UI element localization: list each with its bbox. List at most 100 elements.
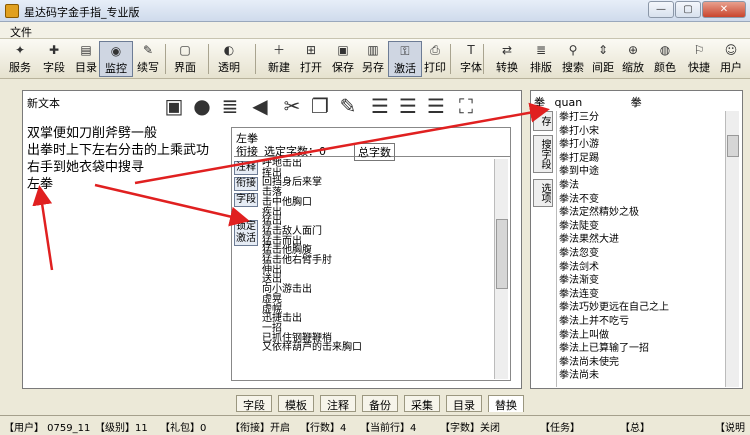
save-icon[interactable]: ▣ bbox=[161, 93, 187, 119]
document-icon[interactable]: ≣ bbox=[217, 93, 243, 119]
minimize-button[interactable]: — bbox=[648, 1, 674, 18]
word-item[interactable]: 拳打小宋 bbox=[557, 125, 718, 139]
word-item[interactable]: 拳打三分 bbox=[557, 111, 718, 125]
word-item[interactable]: 拳法上并不吃亏 bbox=[557, 315, 718, 329]
popup-scrollbar[interactable] bbox=[494, 159, 508, 379]
editor-line: 双掌便如刀削斧劈一般 bbox=[27, 126, 158, 141]
link-button[interactable]: 衔接 bbox=[234, 177, 258, 191]
edit-icon[interactable]: ✎ bbox=[335, 93, 361, 119]
suggestion-item[interactable]: 猛击他右臂手肘 bbox=[262, 256, 494, 266]
field-button[interactable]: 字段 bbox=[234, 193, 258, 207]
popup-tab-link[interactable]: 衔接 bbox=[236, 143, 258, 159]
toolbar-label: 字体 bbox=[460, 61, 482, 74]
word-item[interactable]: 拳法 bbox=[557, 179, 718, 193]
word-list-scrollbar[interactable] bbox=[725, 111, 739, 387]
word-item[interactable]: 拳打小游 bbox=[557, 138, 718, 152]
scissors-icon[interactable]: ✂ bbox=[279, 93, 305, 119]
vtab-options[interactable]: 选项 bbox=[533, 179, 553, 207]
maximize-button[interactable]: ▢ bbox=[675, 1, 701, 18]
title-bar: 星达码字金手指_专业版 — ▢ ✕ bbox=[0, 0, 750, 22]
word-item[interactable]: 拳法连变 bbox=[557, 288, 718, 302]
vtab-search-field[interactable]: 搜字段 bbox=[533, 135, 553, 173]
toolbar-user-button[interactable]: ☺ 用户 bbox=[714, 41, 748, 77]
lightbulb-icon[interactable]: ● bbox=[189, 93, 215, 119]
toolbar-saveas-button[interactable]: ▥ 另存 bbox=[356, 41, 390, 77]
suggestion-item[interactable]: 又依样葫芦的击来胸口 bbox=[262, 343, 494, 353]
suggestion-item[interactable]: 向小游击出 bbox=[262, 285, 494, 295]
bottom-tab[interactable]: 替换 bbox=[488, 395, 524, 412]
suggestion-item[interactable]: 迅捷击出 bbox=[262, 314, 494, 324]
bottom-tab[interactable]: 注释 bbox=[320, 395, 356, 412]
save-icon: ▣ bbox=[337, 43, 349, 57]
word-item[interactable]: 拳法忽变 bbox=[557, 247, 718, 261]
suggestion-item[interactable]: 疾出 bbox=[262, 207, 494, 218]
word-item[interactable]: 拳法剑术 bbox=[557, 261, 718, 275]
word-list-scroll-thumb[interactable] bbox=[727, 135, 739, 157]
toolbar-shortcut-button[interactable]: ⚐ 快捷 bbox=[682, 41, 716, 77]
word-item[interactable]: 拳法上已算输了一招 bbox=[557, 342, 718, 356]
catalog-icon: ▤ bbox=[80, 43, 92, 57]
bottom-tabs: 字段 模板 注释 备份 采集 目录 替换 bbox=[236, 395, 524, 412]
toolbar-print-button[interactable]: ⎙ 打印 bbox=[418, 41, 452, 77]
toolbar-field-button[interactable]: ✚ 字段 bbox=[37, 41, 71, 77]
word-item[interactable]: 拳法定然精妙之极 bbox=[557, 206, 718, 220]
color-icon: ◍ bbox=[659, 43, 671, 57]
editor-text[interactable]: 双掌便如刀削斧劈一般 出拳时上下左右分击的上乘武功 右手到她衣袋中搜寻 左拳 bbox=[27, 125, 209, 193]
suggestion-list[interactable]: 呼地击出 挥出 回挡身后来掌 击落 击中他胸口 疾出 猛出 猛击敌人面门 猛击而出 猛击他胸腹 猛击… bbox=[262, 159, 494, 381]
word-item[interactable]: 拳法尚未 bbox=[557, 369, 718, 383]
align-right-icon[interactable]: ☰ bbox=[423, 93, 449, 119]
word-list[interactable]: 拳打三分 拳打小宋 拳打小游 拳打足踢 拳到中途 拳法 拳法不变 拳法定然精妙之极 拳法陡变 拳法… bbox=[556, 111, 718, 387]
toolbar-transparent-button[interactable]: ◐ 透明 bbox=[212, 41, 246, 77]
suggestion-item[interactable]: 呼地击出 bbox=[262, 159, 494, 169]
back-icon[interactable]: ◀ bbox=[247, 93, 273, 119]
toolbar-convert-button[interactable]: ⇄ 转换 bbox=[490, 41, 524, 77]
word-item[interactable]: 拳到中途 bbox=[557, 165, 718, 179]
toolbar-label: 转换 bbox=[496, 61, 518, 74]
suggestion-item[interactable]: 虚晃 bbox=[262, 294, 494, 305]
toolbar-layout-button[interactable]: ≣ 排版 bbox=[524, 41, 558, 77]
suggestion-item[interactable]: 伸出 bbox=[262, 265, 494, 276]
toolbar-separator bbox=[208, 44, 209, 74]
align-left-icon[interactable]: ☰ bbox=[367, 93, 393, 119]
lock-activate-button[interactable]: 锁定激活 bbox=[234, 220, 258, 246]
toolbar-monitor-button[interactable]: ◉ 监控 bbox=[99, 41, 133, 77]
toolbar-color-button[interactable]: ◍ 颜色 bbox=[648, 41, 682, 77]
close-button[interactable]: ✕ bbox=[702, 1, 746, 18]
popup-tab-selected-count: 选定字数：0 bbox=[264, 145, 326, 158]
toolbar-new-button[interactable]: ＋ 新建 bbox=[262, 41, 296, 77]
bottom-tab[interactable]: 备份 bbox=[362, 395, 398, 412]
copy-icon[interactable]: ❐ bbox=[307, 93, 333, 119]
popup-scroll-thumb[interactable] bbox=[496, 219, 508, 289]
word-item[interactable]: 拳法渐变 bbox=[557, 274, 718, 288]
bottom-tab[interactable]: 模板 bbox=[278, 395, 314, 412]
status-user: 【用户】 0759_11 bbox=[4, 423, 91, 434]
annotation-button[interactable]: 注释 bbox=[234, 161, 258, 175]
word-item[interactable]: 拳打足踢 bbox=[557, 152, 718, 166]
word-item[interactable]: 拳法不变 bbox=[557, 193, 718, 207]
align-center-icon[interactable]: ☰ bbox=[395, 93, 421, 119]
suggestion-item[interactable]: 回挡身后来掌 bbox=[262, 178, 494, 188]
word-item[interactable]: 拳法巧妙更远在自己之上 bbox=[557, 301, 718, 315]
toolbar-save-button[interactable]: ▣ 保存 bbox=[326, 41, 360, 77]
field-icon: ✚ bbox=[48, 43, 60, 57]
toolbar-service-button[interactable]: ✦ 服务 bbox=[3, 41, 37, 77]
toolbar-continue-button[interactable]: ✎ 续写 bbox=[131, 41, 165, 77]
fullscreen-icon[interactable]: ⛶ bbox=[453, 93, 479, 119]
vtab-save[interactable]: 存 bbox=[533, 111, 553, 131]
menu-file[interactable]: 文件 bbox=[10, 24, 32, 40]
word-item[interactable]: 拳法陡变 bbox=[557, 220, 718, 234]
word-item[interactable]: 拳法尚未使完 bbox=[557, 356, 718, 370]
bottom-tab[interactable]: 采集 bbox=[404, 395, 440, 412]
word-item[interactable]: 拳法上叫做 bbox=[557, 329, 718, 343]
toolbar-search-button[interactable]: ⚲ 搜索 bbox=[556, 41, 590, 77]
toolbar-activate-button[interactable]: ⚿ 激活 bbox=[388, 41, 422, 77]
word-item[interactable]: 拳法果然大进 bbox=[557, 233, 718, 247]
bottom-tab[interactable]: 字段 bbox=[236, 395, 272, 412]
toolbar-zoom-button[interactable]: ⊕ 缩放 bbox=[616, 41, 650, 77]
toolbar-interface-button[interactable]: ▢ 界面 bbox=[168, 41, 202, 77]
toolbar-open-button[interactable]: ⊞ 打开 bbox=[294, 41, 328, 77]
bottom-tab[interactable]: 目录 bbox=[446, 395, 482, 412]
suggestion-item[interactable]: 击中他胸口 bbox=[262, 197, 494, 208]
toolbar-spacing-button[interactable]: ⇕ 间距 bbox=[586, 41, 620, 77]
toolbar-catalog-button[interactable]: ▤ 目录 bbox=[69, 41, 103, 77]
